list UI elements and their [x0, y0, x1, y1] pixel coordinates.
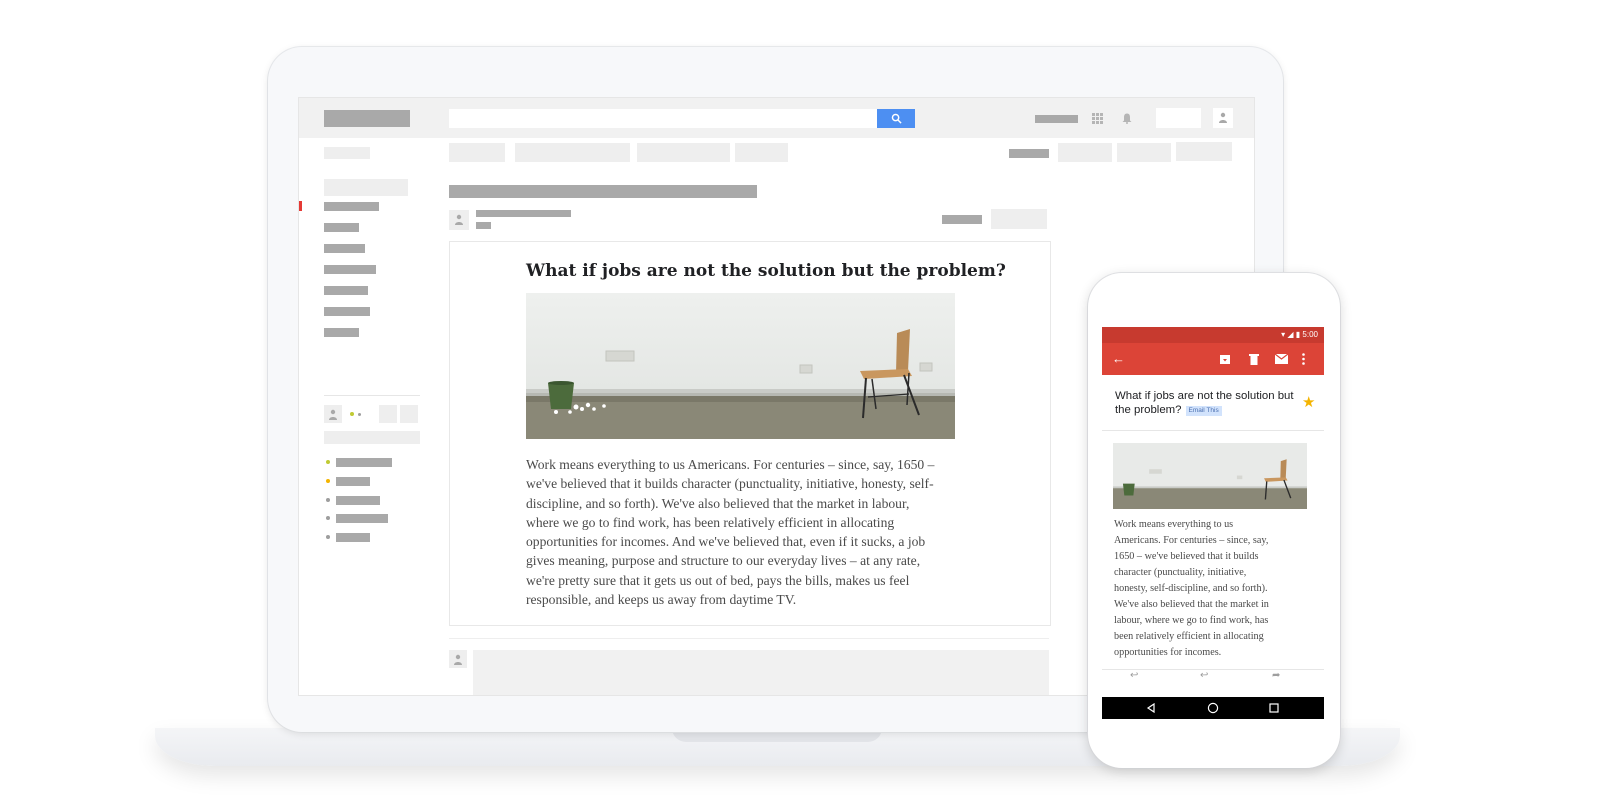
avatar-icon: [1219, 112, 1227, 123]
contact-item[interactable]: [336, 477, 370, 486]
reply-box[interactable]: [473, 650, 1049, 695]
email-body: Work means everything to us Americans. F…: [526, 457, 935, 608]
search-input[interactable]: [449, 109, 877, 128]
contact-offline-dot: [326, 498, 330, 502]
date-placeholder: [942, 215, 982, 224]
contact-online-dot: [326, 460, 330, 464]
label-badge[interactable]: Email This: [1185, 406, 1222, 416]
reply-icon[interactable]: ↩: [1130, 670, 1138, 681]
contact-away-dot: [326, 479, 330, 483]
sign-in-button[interactable]: [1156, 108, 1201, 128]
contact-offline-dot: [326, 535, 330, 539]
bell-icon[interactable]: [1122, 113, 1132, 124]
phone-screen: ▾ ◢ ▮ 5:00 ← What if jobs are not the so…: [1102, 327, 1324, 719]
contact-item[interactable]: [336, 514, 388, 523]
sidebar-item[interactable]: [324, 265, 376, 274]
avatar-button[interactable]: [1213, 108, 1233, 128]
logo-placeholder: [324, 110, 410, 127]
back-arrow-icon[interactable]: ←: [1112, 352, 1125, 365]
avatar-icon: [454, 654, 462, 665]
phone-email-body: Work means everything to us Americans. F…: [1114, 519, 1269, 658]
email-message: What if jobs are not the solution but th…: [449, 241, 1051, 626]
forward-icon[interactable]: ➦: [1272, 670, 1280, 681]
contact-item[interactable]: [336, 458, 392, 467]
sidebar-item[interactable]: [324, 202, 379, 211]
reply-avatar: [449, 650, 467, 668]
account-name-placeholder: [1035, 115, 1078, 123]
compose-button[interactable]: [324, 147, 370, 159]
battery-icon: ▮: [1295, 330, 1301, 339]
phone-divider: [1102, 430, 1324, 431]
toolbar-button[interactable]: [1176, 142, 1232, 161]
archive-icon[interactable]: [1219, 353, 1231, 365]
status-dot: [350, 412, 354, 416]
active-indicator: [299, 201, 302, 211]
status-dot: [358, 413, 361, 416]
sidebar-item[interactable]: [324, 223, 359, 232]
android-nav-bar: [1102, 697, 1324, 719]
email-subject-placeholder: [449, 185, 757, 198]
nav-back-icon[interactable]: [1146, 703, 1156, 713]
apps-grid-icon[interactable]: [1092, 113, 1103, 124]
top-bar: [299, 98, 1254, 138]
avatar-icon: [455, 214, 463, 225]
sidebar-item[interactable]: [324, 307, 370, 316]
search-button[interactable]: [877, 109, 915, 128]
mail-icon[interactable]: [1275, 354, 1288, 364]
avatar-icon: [329, 409, 337, 420]
toolbar-button[interactable]: [637, 143, 730, 162]
phone-subject: What if jobs are not the solution but th…: [1115, 389, 1300, 417]
thread-divider: [449, 638, 1049, 639]
toolbar-button[interactable]: [1117, 143, 1171, 162]
toolbar-button[interactable]: [449, 143, 505, 162]
nav-home-icon[interactable]: [1207, 702, 1219, 714]
phone-email-photo: [1113, 443, 1307, 509]
phone: ▾ ◢ ▮ 5:00 ← What if jobs are not the so…: [1088, 273, 1340, 768]
chair-photo: [1113, 443, 1307, 509]
star-icon[interactable]: ★: [1302, 393, 1315, 411]
reply-button[interactable]: [991, 209, 1047, 229]
toolbar-button[interactable]: [735, 143, 788, 162]
app-bar: ←: [1102, 343, 1324, 375]
hangouts-button[interactable]: [400, 405, 418, 423]
wifi-icon: ▾: [1281, 330, 1286, 339]
sender-name-placeholder: [476, 210, 571, 217]
clock: 5:00: [1302, 330, 1318, 339]
message-header[interactable]: [449, 206, 1049, 236]
sidebar-item[interactable]: [324, 286, 368, 295]
pagination-label: [1009, 149, 1049, 158]
recipient-placeholder: [476, 222, 491, 229]
hangouts-search[interactable]: [324, 431, 420, 444]
search-icon: [891, 113, 902, 124]
hangouts-button[interactable]: [379, 405, 397, 423]
phone-actions: ↩ ↩ ➦: [1102, 669, 1324, 686]
toolbar-button[interactable]: [515, 143, 630, 162]
email-title: What if jobs are not the solution but th…: [526, 261, 1006, 281]
sender-avatar: [449, 210, 469, 230]
toolbar-button[interactable]: [1058, 143, 1112, 162]
status-icons: ▾ ◢ ▮ 5:00: [1281, 330, 1318, 339]
contact-item[interactable]: [336, 533, 370, 542]
chair-photo: [526, 293, 955, 439]
contact-offline-dot: [326, 516, 330, 520]
sidebar-divider: [324, 395, 420, 396]
reply-all-icon[interactable]: ↩: [1200, 670, 1208, 681]
delete-icon[interactable]: [1249, 353, 1259, 365]
nav-recents-icon[interactable]: [1269, 703, 1279, 713]
signal-icon: ◢: [1287, 330, 1294, 339]
hangouts-avatar[interactable]: [324, 405, 342, 423]
email-photo: [526, 293, 955, 439]
more-vert-icon[interactable]: [1302, 353, 1305, 365]
sidebar-item[interactable]: [324, 328, 359, 337]
contact-item[interactable]: [336, 496, 380, 505]
sidebar-item[interactable]: [324, 244, 365, 253]
sidebar-item-active[interactable]: [324, 179, 408, 196]
status-bar: ▾ ◢ ▮ 5:00: [1102, 327, 1324, 343]
